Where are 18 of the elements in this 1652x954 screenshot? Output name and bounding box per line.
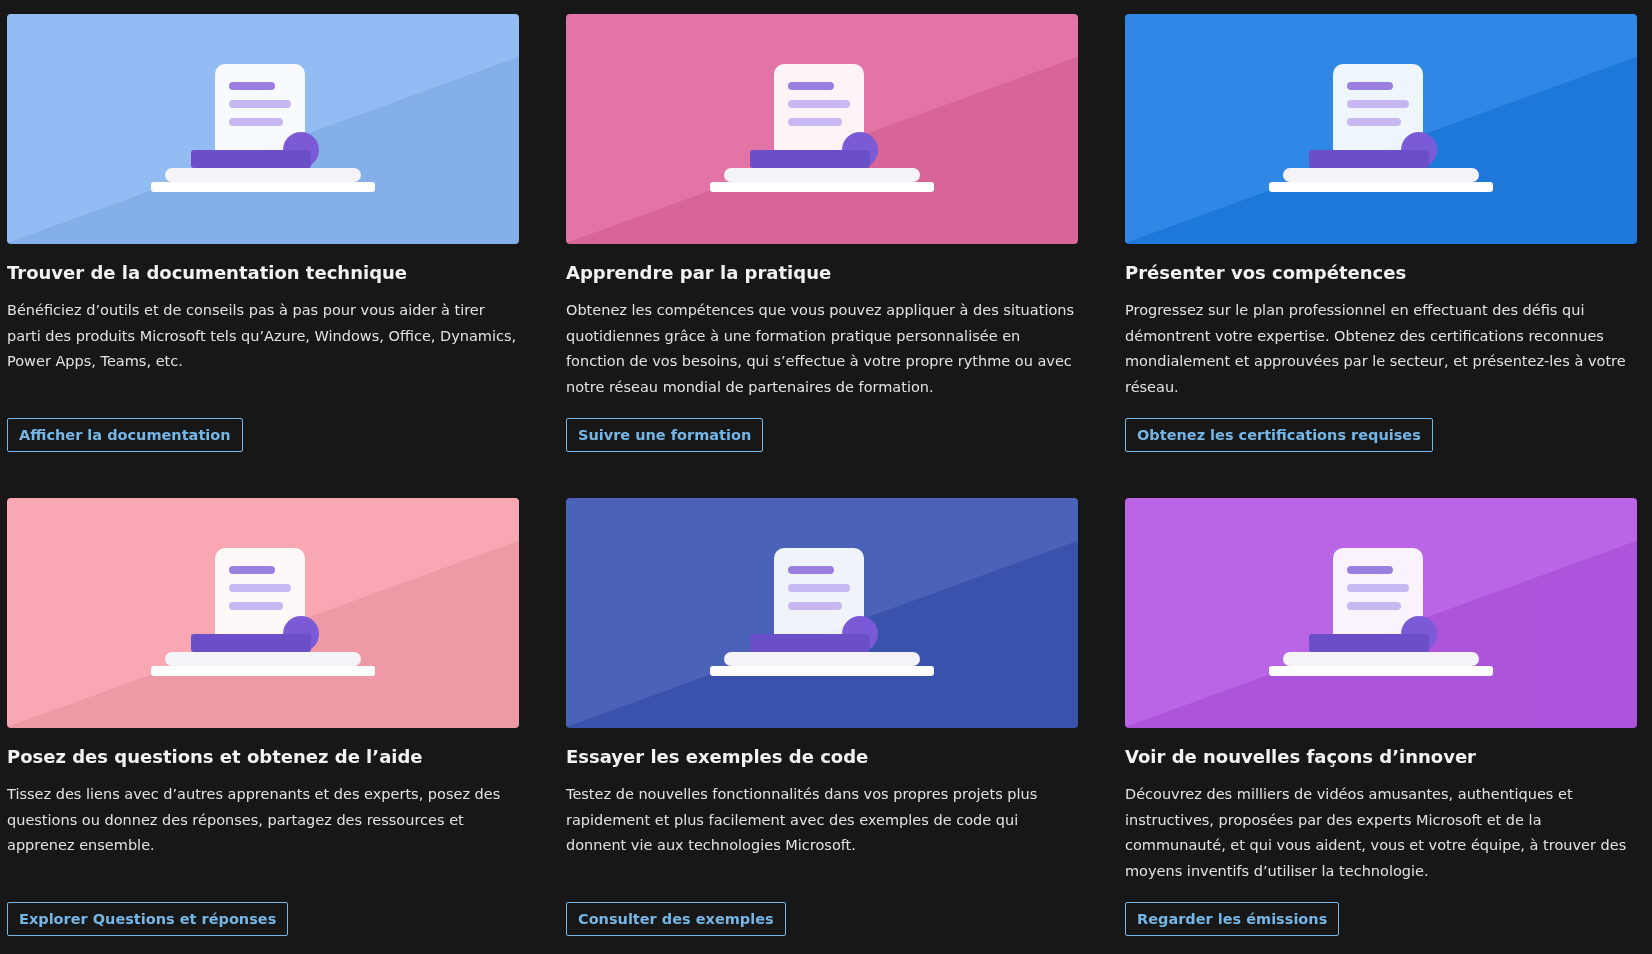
card-description: Tissez des liens avec d’autres apprenants et des experts, posez des questions ou donnez des réponses, partagez des ressources et apprenez ensemble. <box>7 785 502 855</box>
card-description: Obtenez les compétences que vous pouvez appliquer à des situations quotidiennes grâce à une formation pratique personnalisée en fonction de vos besoins, qui s’effectue à votre propre rythme ou avec notre réseau mondial de partenaires de formation. <box>566 301 1076 397</box>
card-link-button[interactable]: Explorer Questions et réponses <box>7 902 289 936</box>
card-title: Présenter vos compétences <box>1125 261 1408 285</box>
card-link-button[interactable]: Regarder les émissions <box>1125 902 1340 936</box>
card-description: Bénéficiez d’outils et de conseils pas à pas pour vous aider à tirer parti des produits Microsoft tels qu’Azure, Windows, Office, Dynamics, Power Apps, Teams, etc. <box>7 301 518 371</box>
card-title: Apprendre par la pratique <box>566 261 833 285</box>
card-title: Posez des questions et obtenez de l’aide <box>7 745 424 769</box>
card-link-button[interactable]: Consulter des exemples <box>566 902 786 936</box>
card-link-button[interactable]: Obtenez les certifications requises <box>1125 418 1433 452</box>
card-title: Trouver de la documentation technique <box>7 261 409 285</box>
card-link-button[interactable]: Suivre une formation <box>566 418 764 452</box>
card-description: Testez de nouvelles fonctionnalités dans vos propres projets plus rapidement et plus facilement avec des exemples de code qui donnent vie aux technologies Microsoft. <box>566 785 1039 855</box>
card-link-button[interactable]: Afficher la documentation <box>7 418 243 452</box>
card-description: Progressez sur le plan professionnel en effectuant des défis qui démontrent votre expertise. Obtenez des certifications reconnues mondialement et approuvées par le secteur, et présentez-les à votre réseau. <box>1125 301 1627 397</box>
card-title: Essayer les exemples de code <box>566 745 870 769</box>
card-description: Découvrez des milliers de vidéos amusantes, authentiques et instructives, proposées par des experts Microsoft et de la communauté, et qui vous aident, vous et votre équipe, à trouver des moyens inventifs d’utiliser la technologie. <box>1125 785 1628 881</box>
card-title: Voir de nouvelles façons d’innover <box>1125 745 1477 769</box>
